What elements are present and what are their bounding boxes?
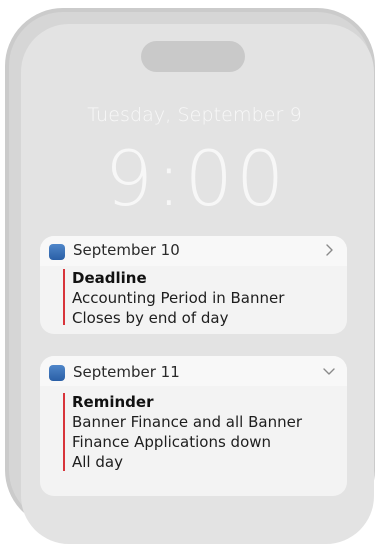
notification-body: Reminder Banner Finance and all Banner F… [63, 393, 339, 471]
notification-header: September 11 [40, 356, 347, 386]
notification-title: Reminder [72, 393, 154, 411]
calendar-app-icon [49, 244, 65, 260]
notification-card[interactable]: September 10 Deadline Accounting Period … [40, 236, 347, 334]
lockscreen-date: Tuesday, September 9 [87, 104, 302, 126]
notification-header: September 10 [40, 236, 347, 266]
notification-date: September 10 [73, 241, 180, 259]
notification-line: Banner Finance and all Banner [72, 413, 302, 431]
notification-line: Closes by end of day [72, 309, 229, 327]
chevron-down-icon[interactable] [322, 364, 336, 378]
notification-line: Finance Applications down [72, 433, 272, 451]
notification-line: Accounting Period in Banner [72, 289, 285, 307]
notification-body: Deadline Accounting Period in Banner Clo… [63, 269, 339, 327]
dynamic-island [141, 41, 245, 72]
chevron-right-icon[interactable] [322, 243, 336, 257]
notification-line: All day [72, 453, 123, 471]
lockscreen-time: 9:00 [104, 134, 288, 223]
notification-title: Deadline [72, 269, 147, 287]
calendar-app-icon [49, 365, 65, 381]
notification-card[interactable]: September 11 Reminder Banner Finance and… [40, 356, 347, 496]
notification-date: September 11 [73, 363, 180, 381]
